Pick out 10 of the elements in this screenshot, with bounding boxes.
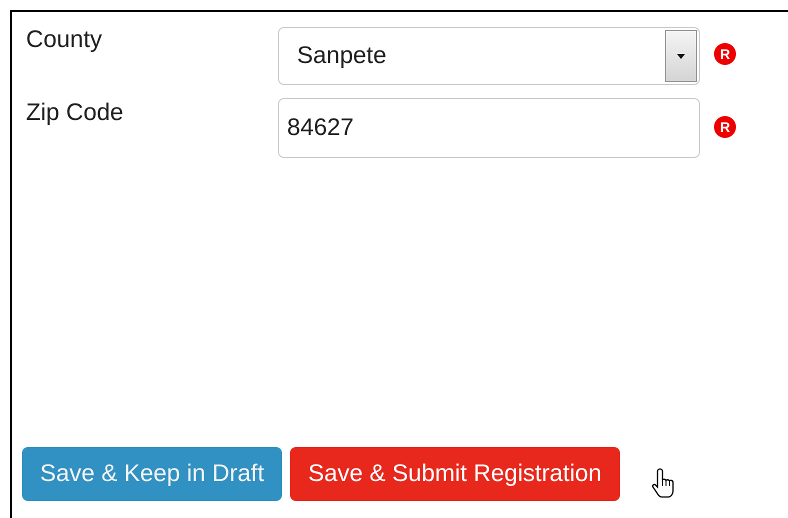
field-label: County xyxy=(26,25,104,55)
dropdown-button[interactable] xyxy=(665,30,697,82)
submit-button[interactable]: Save & Submit Registration xyxy=(290,447,620,501)
select-value: Sanpete xyxy=(297,41,388,71)
required-badge: R xyxy=(714,43,736,65)
field-label: Zip Code xyxy=(26,98,124,128)
required-badge: R xyxy=(714,116,736,138)
zip-input-field[interactable]: 84627 xyxy=(278,98,700,158)
county-select[interactable]: Sanpete xyxy=(278,27,700,85)
caret-icon xyxy=(677,54,685,58)
